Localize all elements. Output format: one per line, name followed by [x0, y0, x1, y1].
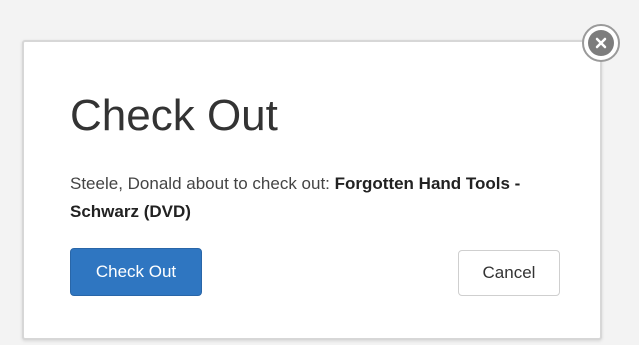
modal-title: Check Out [70, 91, 278, 140]
close-icon [588, 30, 614, 56]
cancel-button[interactable]: Cancel [458, 250, 560, 296]
checkout-message-prefix: Steele, Donald about to check out: [70, 174, 335, 193]
check-out-button[interactable]: Check Out [70, 248, 202, 296]
checkout-message: Steele, Donald about to check out: Forgo… [70, 170, 550, 226]
close-button[interactable] [582, 24, 620, 62]
checkout-modal: Check Out Steele, Donald about to check … [22, 40, 602, 340]
